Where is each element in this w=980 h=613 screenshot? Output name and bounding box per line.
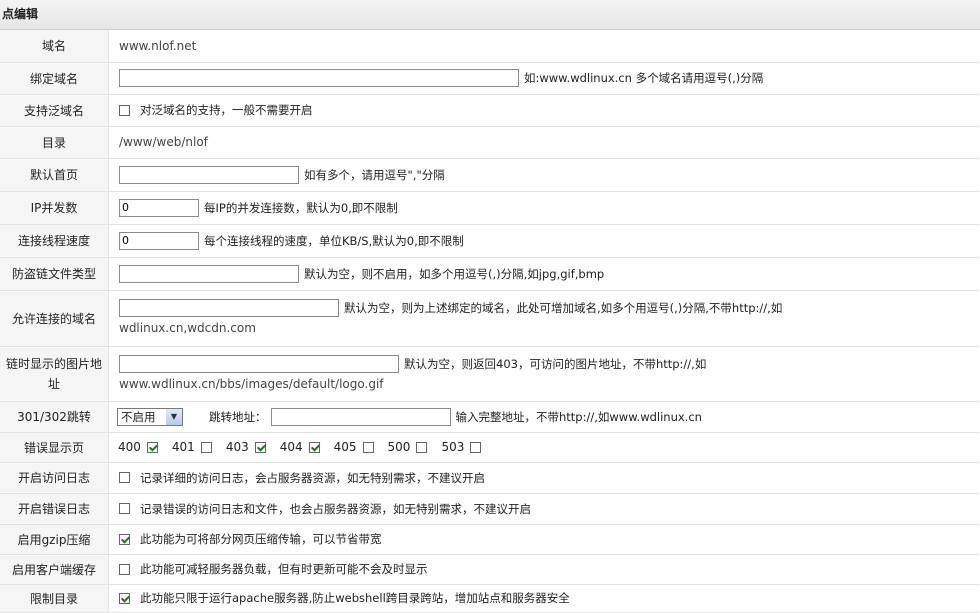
label-line1: 链时显示的图片地 [5,356,102,371]
field-label: 默认首页 [0,158,109,192]
error-code-label: 500 [387,440,411,454]
client-cache-checkbox[interactable] [119,563,130,575]
wildcard-checkbox[interactable] [119,104,130,116]
limit-dir-checkbox[interactable] [119,592,130,604]
redirect-note: 输入完整地址，不带http://,如www.wdlinux.cn [455,409,702,424]
gzip-note: 此功能为可将部分网页压缩传输，可以节省带宽 [140,532,382,546]
error-code-list: 400 401 403 404 405 500 503 [118,440,979,454]
field-label: 开启访问日志 [0,462,109,494]
field-label: 链时显示的图片地 址 [0,346,109,402]
panel-header: 点编辑 [0,0,980,30]
redirect-addr-label: 跳转地址： [209,409,267,424]
error-code-checkbox[interactable] [200,441,212,453]
chevron-down-icon: ▼ [166,408,182,425]
field-label: 连接线程速度 [0,224,109,258]
client-cache-note: 此功能可减轻服务器负载，但有时更新可能不会及时显示 [140,562,428,576]
row-hotlink-types: 防盗链文件类型 默认为空，则不启用，如多个用逗号(,)分隔,如jpg,gif,b… [0,257,979,291]
hotlink-types-note: 默认为空，则不启用，如多个用逗号(,)分隔,如jpg,gif,bmp [304,266,605,281]
limit-dir-note: 此功能只限于运行apache服务器,防止webshell跨目录跨站，增加站点和服… [140,591,570,605]
row-wildcard: 支持泛域名 对泛域名的支持，一般不需要开启 [0,94,979,127]
row-ip-conn: IP并发数 每IP的并发连接数，默认为0,即不限制 [0,191,979,225]
bind-domain-note: 如:www.wdlinux.cn 多个域名请用逗号(,)分隔 [524,71,764,85]
speed-note: 每个连接线程的速度，单位KB/S,默认为0,即不限制 [204,233,464,248]
row-error-log: 开启错误日志 记录错误的访问日志和文件，也会占服务器资源，如无特别需求，不建议开… [0,493,979,525]
directory-value: /www/web/nlof [119,135,208,149]
row-error-pages: 错误显示页 400 401 403 404 405 500 503 [0,432,979,463]
error-log-checkbox[interactable] [119,503,130,514]
row-speed: 连接线程速度 每个连接线程的速度，单位KB/S,默认为0,即不限制 [0,224,979,258]
field-label: 启用gzip压缩 [0,524,109,555]
field-label: 防盗链文件类型 [0,257,109,291]
field-label: 启用客户端缓存 [0,554,109,585]
error-code-label: 400 [118,440,141,454]
error-code-checkbox[interactable] [470,441,482,453]
redirect-select[interactable]: 不启用 ▼ [117,407,183,426]
domain-value: www.nlof.net [119,38,197,53]
error-code-checkbox[interactable] [416,441,428,453]
redirect-select-value: 不启用 [121,409,156,424]
allowed-domains-note-cont: wdlinux.cn,wdcdn.com [119,321,256,335]
field-label: 支持泛域名 [0,94,109,127]
row-bind-domain: 绑定域名 如:www.wdlinux.cn 多个域名请用逗号(,)分隔 [0,62,979,95]
row-allowed-domains: 允许连接的域名 默认为空，则为上述绑定的域名，此处可增加域名,如多个用逗号(,)… [0,290,979,347]
ip-conn-note: 每IP的并发连接数，默认为0,即不限制 [204,200,398,215]
error-code-checkbox[interactable] [362,441,374,453]
panel-title: 点编辑 [2,7,39,21]
bind-domain-input[interactable] [119,69,519,87]
index-note: 如有多个，请用逗号","分隔 [304,167,445,182]
row-gzip: 启用gzip压缩 此功能为可将部分网页压缩传输，可以节省带宽 [0,524,979,555]
field-label: 错误显示页 [0,432,109,463]
error-code-checkbox[interactable] [308,441,320,453]
error-code-label: 405 [333,440,357,454]
field-label: 目录 [0,126,109,159]
row-index: 默认首页 如有多个，请用逗号","分隔 [0,158,979,192]
field-label: 绑定域名 [0,62,109,95]
hotlink-image-input[interactable] [119,354,399,373]
row-domain: 域名 www.nlof.net [0,30,979,63]
gzip-checkbox[interactable] [119,533,130,545]
row-directory: 目录 /www/web/nlof [0,126,979,159]
hotlink-types-input[interactable] [119,264,299,283]
row-access-log: 开启访问日志 记录详细的访问日志，会占服务器资源，如无特别需求，不建议开启 [0,462,979,494]
error-code-checkbox[interactable] [254,441,266,453]
index-input[interactable] [119,165,299,184]
allowed-domains-input[interactable] [119,299,339,317]
field-label: 开启错误日志 [0,493,109,525]
hotlink-image-note: 默认为空，则返回403，可访问的图片地址，不带http://,如 [404,356,707,371]
allowed-domains-note: 默认为空，则为上述绑定的域名，此处可增加域名,如多个用逗号(,)分隔,不带htt… [344,301,783,315]
field-label: 301/302跳转 [0,401,109,433]
field-label: IP并发数 [0,191,109,225]
ip-conn-input[interactable] [119,198,199,217]
field-label: 域名 [0,30,109,63]
error-log-note: 记录错误的访问日志和文件，也会占服务器资源，如无特别需求，不建议开启 [140,501,531,516]
wildcard-note: 对泛域名的支持，一般不需要开启 [140,103,313,117]
field-label: 限制目录 [0,584,109,613]
error-code-label: 503 [441,440,465,454]
redirect-addr-input[interactable] [270,407,451,426]
access-log-note: 记录详细的访问日志，会占服务器资源，如无特别需求，不建议开启 [140,470,485,485]
error-code-label: 401 [171,440,195,454]
hotlink-image-note-cont: www.wdlinux.cn/bbs/images/default/logo.g… [119,376,384,391]
row-hotlink-image: 链时显示的图片地 址 默认为空，则返回403，可访问的图片地址，不带http:/… [0,346,979,402]
row-client-cache: 启用客户端缓存 此功能可减轻服务器负载，但有时更新可能不会及时显示 [0,554,979,585]
site-edit-form: 域名 www.nlof.net 绑定域名 如:www.wdlinux.cn 多个… [0,30,979,613]
field-label: 允许连接的域名 [0,290,109,347]
speed-input[interactable] [119,231,199,250]
row-redirect: 301/302跳转 不启用 ▼ 跳转地址： 输入完整地址，不带http://,如… [0,401,979,433]
error-code-label: 403 [225,440,249,454]
error-code-checkbox[interactable] [146,441,158,453]
error-code-label: 404 [279,440,303,454]
row-limit-dir: 限制目录 此功能只限于运行apache服务器,防止webshell跨目录跨站，增… [0,584,979,613]
label-line2: 址 [47,376,60,391]
access-log-checkbox[interactable] [119,472,130,483]
